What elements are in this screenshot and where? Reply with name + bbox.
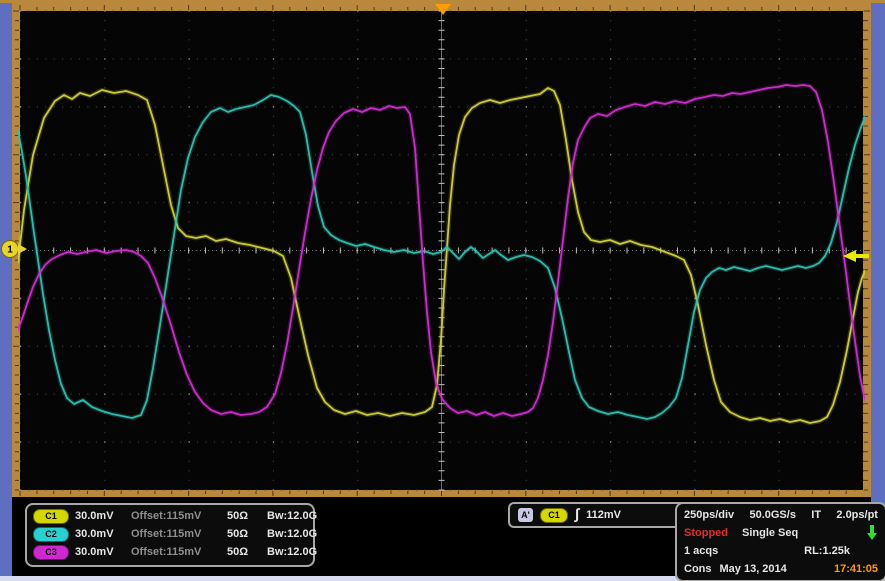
rising-edge-icon: ∫ <box>575 509 579 521</box>
oscilloscope-screen: 1 C1 30.0mV Offset:115mV 50Ω Bw:12.0G C2… <box>0 0 885 581</box>
acq-count: 1 acqs <box>684 545 718 557</box>
c3-scale: 30.0mV <box>75 546 131 558</box>
record-length: RL:1.25k <box>804 545 850 557</box>
trigger-level-tail <box>855 254 869 258</box>
status-bar: C1 30.0mV Offset:115mV 50Ω Bw:12.0G C2 3… <box>12 497 871 576</box>
date-label: May 13, 2014 <box>720 563 787 575</box>
trigger-level: 112mV <box>586 509 621 521</box>
date-time-row: Cons May 13, 2014 17:41:05 <box>684 561 878 577</box>
c3-bandwidth: Bw:12.0G <box>267 546 317 558</box>
c2-bandwidth: Bw:12.0G <box>267 528 317 540</box>
sampling-mode: IT <box>811 509 821 521</box>
channel-c3-badge[interactable]: C3 <box>33 545 69 560</box>
channel-row-c2: C2 30.0mV Offset:115mV 50Ω Bw:12.0G <box>33 525 307 543</box>
channel-row-c3: C3 30.0mV Offset:115mV 50Ω Bw:12.0G <box>33 543 307 561</box>
green-down-arrow-icon <box>866 525 878 541</box>
channel-c1-badge[interactable]: C1 <box>33 509 69 524</box>
trigger-readout-box[interactable]: A' C1 ∫ 112mV <box>508 502 688 528</box>
acq-status: Stopped <box>684 527 728 539</box>
trigger-source-badge[interactable]: C1 <box>540 508 568 523</box>
c1-termination: 50Ω <box>227 510 267 522</box>
c1-offset: Offset:115mV <box>131 510 227 522</box>
c1-scale: 30.0mV <box>75 510 131 522</box>
acquisition-readout-box[interactable]: 250ps/div 50.0GS/s IT 2.0ps/pt Stopped S… <box>675 502 885 581</box>
c2-offset: Offset:115mV <box>131 528 227 540</box>
resolution: 2.0ps/pt <box>836 509 878 521</box>
sample-rate: 50.0GS/s <box>749 509 795 521</box>
graticule-display: 1 <box>0 0 885 581</box>
c1-bandwidth: Bw:12.0G <box>267 510 317 522</box>
c2-termination: 50Ω <box>227 528 267 540</box>
c3-offset: Offset:115mV <box>131 546 227 558</box>
c3-termination: 50Ω <box>227 546 267 558</box>
trigger-event-badge: A' <box>518 508 533 522</box>
channel-row-c1: C1 30.0mV Offset:115mV 50Ω Bw:12.0G <box>33 507 307 525</box>
channel-c2-badge[interactable]: C2 <box>33 527 69 542</box>
timebase: 250ps/div <box>684 509 734 521</box>
console-label: Cons <box>684 563 712 575</box>
acq-count-row: 1 acqs RL:1.25k <box>684 543 878 559</box>
c2-scale: 30.0mV <box>75 528 131 540</box>
seq-mode: Single Seq <box>742 527 798 539</box>
channel-readout-box[interactable]: C1 30.0mV Offset:115mV 50Ω Bw:12.0G C2 3… <box>25 503 315 567</box>
horizontal-readout-row: 250ps/div 50.0GS/s IT 2.0ps/pt <box>684 507 878 523</box>
ch1-reference-label: 1 <box>7 245 13 256</box>
time-label: 17:41:05 <box>834 563 878 575</box>
run-state-row: Stopped Single Seq <box>684 525 878 541</box>
